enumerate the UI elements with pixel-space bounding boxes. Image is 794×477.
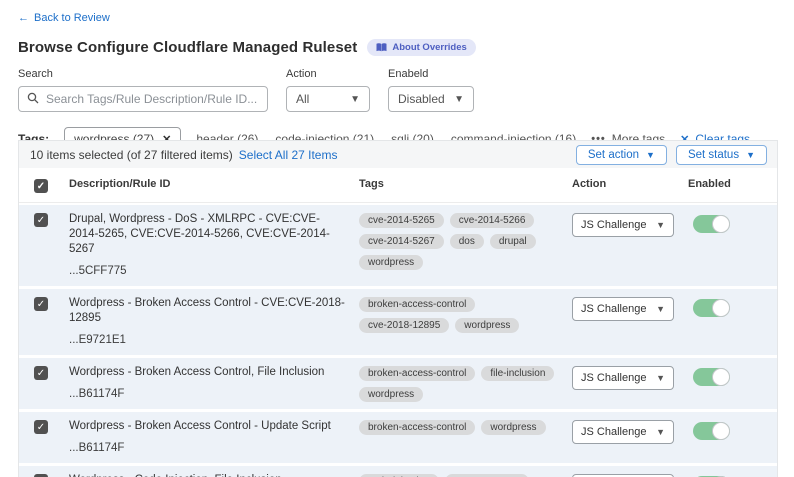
row-action-value: JS Challenge	[581, 426, 646, 438]
toggle-knob	[712, 299, 730, 317]
back-link-label: Back to Review	[34, 12, 110, 24]
row-rule-id: ...B61174F	[69, 387, 345, 402]
enabled-filter-label: Enabeld	[388, 68, 474, 80]
column-header-enabled: Enabled	[688, 178, 777, 193]
enabled-filter-value: Disabled	[398, 92, 445, 106]
table-row: ✓ Wordpress - Broken Access Control - Up…	[19, 412, 777, 463]
chevron-down-icon: ▼	[656, 220, 665, 230]
toggle-knob	[712, 368, 730, 386]
tag-pill: cve-2014-5266	[450, 213, 535, 228]
row-action-value: JS Challenge	[581, 372, 646, 384]
left-arrow-icon: ←	[18, 12, 29, 24]
table-row: ✓ Drupal, Wordpress - DoS - XMLRPC - CVE…	[19, 205, 777, 286]
tag-pill: wordpress	[359, 255, 423, 270]
row-tags: broken-access-control cve-2018-12895 wordp…	[359, 296, 572, 348]
row-description: Drupal, Wordpress - DoS - XMLRPC - CVE:C…	[69, 212, 345, 257]
select-all-link[interactable]: Select All 27 Items	[239, 148, 338, 162]
row-tags: broken-access-control file-inclusion wordp…	[359, 365, 572, 402]
search-icon	[27, 92, 39, 107]
row-description: Wordpress - Broken Access Control, File …	[69, 365, 345, 380]
table-row: ✓ Wordpress - Code Injection, File Inclu…	[19, 466, 777, 477]
enabled-filter-select[interactable]: Disabled ▼	[388, 86, 474, 112]
action-filter-value: All	[296, 92, 309, 106]
toggle-knob	[712, 422, 730, 440]
column-header-tags: Tags	[359, 178, 572, 193]
tag-pill: cve-2014-5267	[359, 234, 444, 249]
about-overrides-badge[interactable]: About Overrides	[367, 39, 475, 56]
row-enabled-toggle[interactable]	[693, 299, 730, 317]
table-body: ✓ Drupal, Wordpress - DoS - XMLRPC - CVE…	[19, 205, 777, 477]
row-rule-id: ...E9721E1	[69, 333, 345, 348]
row-action-select[interactable]: JS Challenge ▼	[572, 420, 674, 444]
action-filter-select[interactable]: All ▼	[286, 86, 370, 112]
tag-pill: wordpress	[359, 387, 423, 402]
row-enabled-toggle[interactable]	[693, 368, 730, 386]
tag-pill: cve-2014-5265	[359, 213, 444, 228]
book-icon	[376, 43, 387, 52]
tag-pill: broken-access-control	[359, 297, 475, 312]
about-overrides-label: About Overrides	[392, 42, 466, 53]
set-action-button[interactable]: Set action ▼	[576, 145, 667, 165]
chevron-down-icon: ▼	[454, 94, 464, 105]
tag-pill: dos	[450, 234, 484, 249]
table-row: ✓ Wordpress - Broken Access Control, Fil…	[19, 358, 777, 409]
row-enabled-toggle[interactable]	[693, 215, 730, 233]
page-title: Browse Configure Cloudflare Managed Rule…	[18, 39, 357, 56]
page: ← Back to Review Browse Configure Cloudf…	[0, 0, 794, 477]
table-row: ✓ Wordpress - Broken Access Control - CV…	[19, 289, 777, 355]
tag-pill: file-inclusion	[481, 366, 554, 381]
table-header: ✓ Description/Rule ID Tags Action Enable…	[19, 168, 777, 203]
set-status-button[interactable]: Set status ▼	[676, 145, 767, 165]
back-to-review-link[interactable]: ← Back to Review	[18, 12, 110, 24]
column-header-action: Action	[572, 178, 688, 193]
row-action-value: JS Challenge	[581, 303, 646, 315]
tag-pill: drupal	[490, 234, 536, 249]
selection-bar: 10 items selected (of 27 filtered items)…	[19, 141, 777, 168]
selected-count-text: 10 items selected (of 27 filtered items)	[30, 148, 233, 162]
row-enabled-toggle[interactable]	[693, 422, 730, 440]
set-action-label: Set action	[588, 149, 639, 161]
row-description: Wordpress - Broken Access Control - Upda…	[69, 419, 345, 434]
search-placeholder: Search Tags/Rule Description/Rule ID...	[46, 92, 257, 106]
set-status-label: Set status	[688, 149, 739, 161]
action-filter-label: Action	[286, 68, 370, 80]
row-action-select[interactable]: JS Challenge ▼	[572, 366, 674, 390]
row-tags: broken-access-control wordpress	[359, 419, 572, 456]
tag-pill: wordpress	[455, 318, 519, 333]
row-description: Wordpress - Code Injection, File Inclusi…	[69, 473, 345, 477]
chevron-down-icon: ▼	[646, 150, 655, 160]
chevron-down-icon: ▼	[656, 427, 665, 437]
select-all-checkbox[interactable]: ✓	[34, 179, 48, 193]
tag-pill: broken-access-control	[359, 420, 475, 435]
row-action-value: JS Challenge	[581, 219, 646, 231]
chevron-down-icon: ▼	[350, 94, 360, 105]
row-description: Wordpress - Broken Access Control - CVE:…	[69, 296, 345, 326]
tag-pill: wordpress	[481, 420, 545, 435]
row-rule-id: ...B61174F	[69, 441, 345, 456]
chevron-down-icon: ▼	[656, 304, 665, 314]
row-checkbox[interactable]: ✓	[34, 366, 48, 380]
row-checkbox[interactable]: ✓	[34, 213, 48, 227]
row-tags: code-injectioncve-2019-8942cve-2019-8943…	[359, 473, 572, 477]
row-checkbox[interactable]: ✓	[34, 297, 48, 311]
column-header-description: Description/Rule ID	[69, 178, 359, 193]
toggle-knob	[712, 215, 730, 233]
row-rule-id: ...5CFF775	[69, 264, 345, 279]
row-tags: cve-2014-5265 cve-2014-5266 cve-2014-5267 d…	[359, 212, 572, 279]
row-action-select[interactable]: JS Challenge ▼	[572, 213, 674, 237]
chevron-down-icon: ▼	[746, 150, 755, 160]
tag-pill: broken-access-control	[359, 366, 475, 381]
search-input[interactable]: Search Tags/Rule Description/Rule ID...	[18, 86, 268, 112]
row-checkbox[interactable]: ✓	[34, 420, 48, 434]
row-action-select[interactable]: JS Challenge ▼	[572, 297, 674, 321]
search-label: Search	[18, 68, 268, 80]
chevron-down-icon: ▼	[656, 373, 665, 383]
tag-pill: cve-2018-12895	[359, 318, 449, 333]
